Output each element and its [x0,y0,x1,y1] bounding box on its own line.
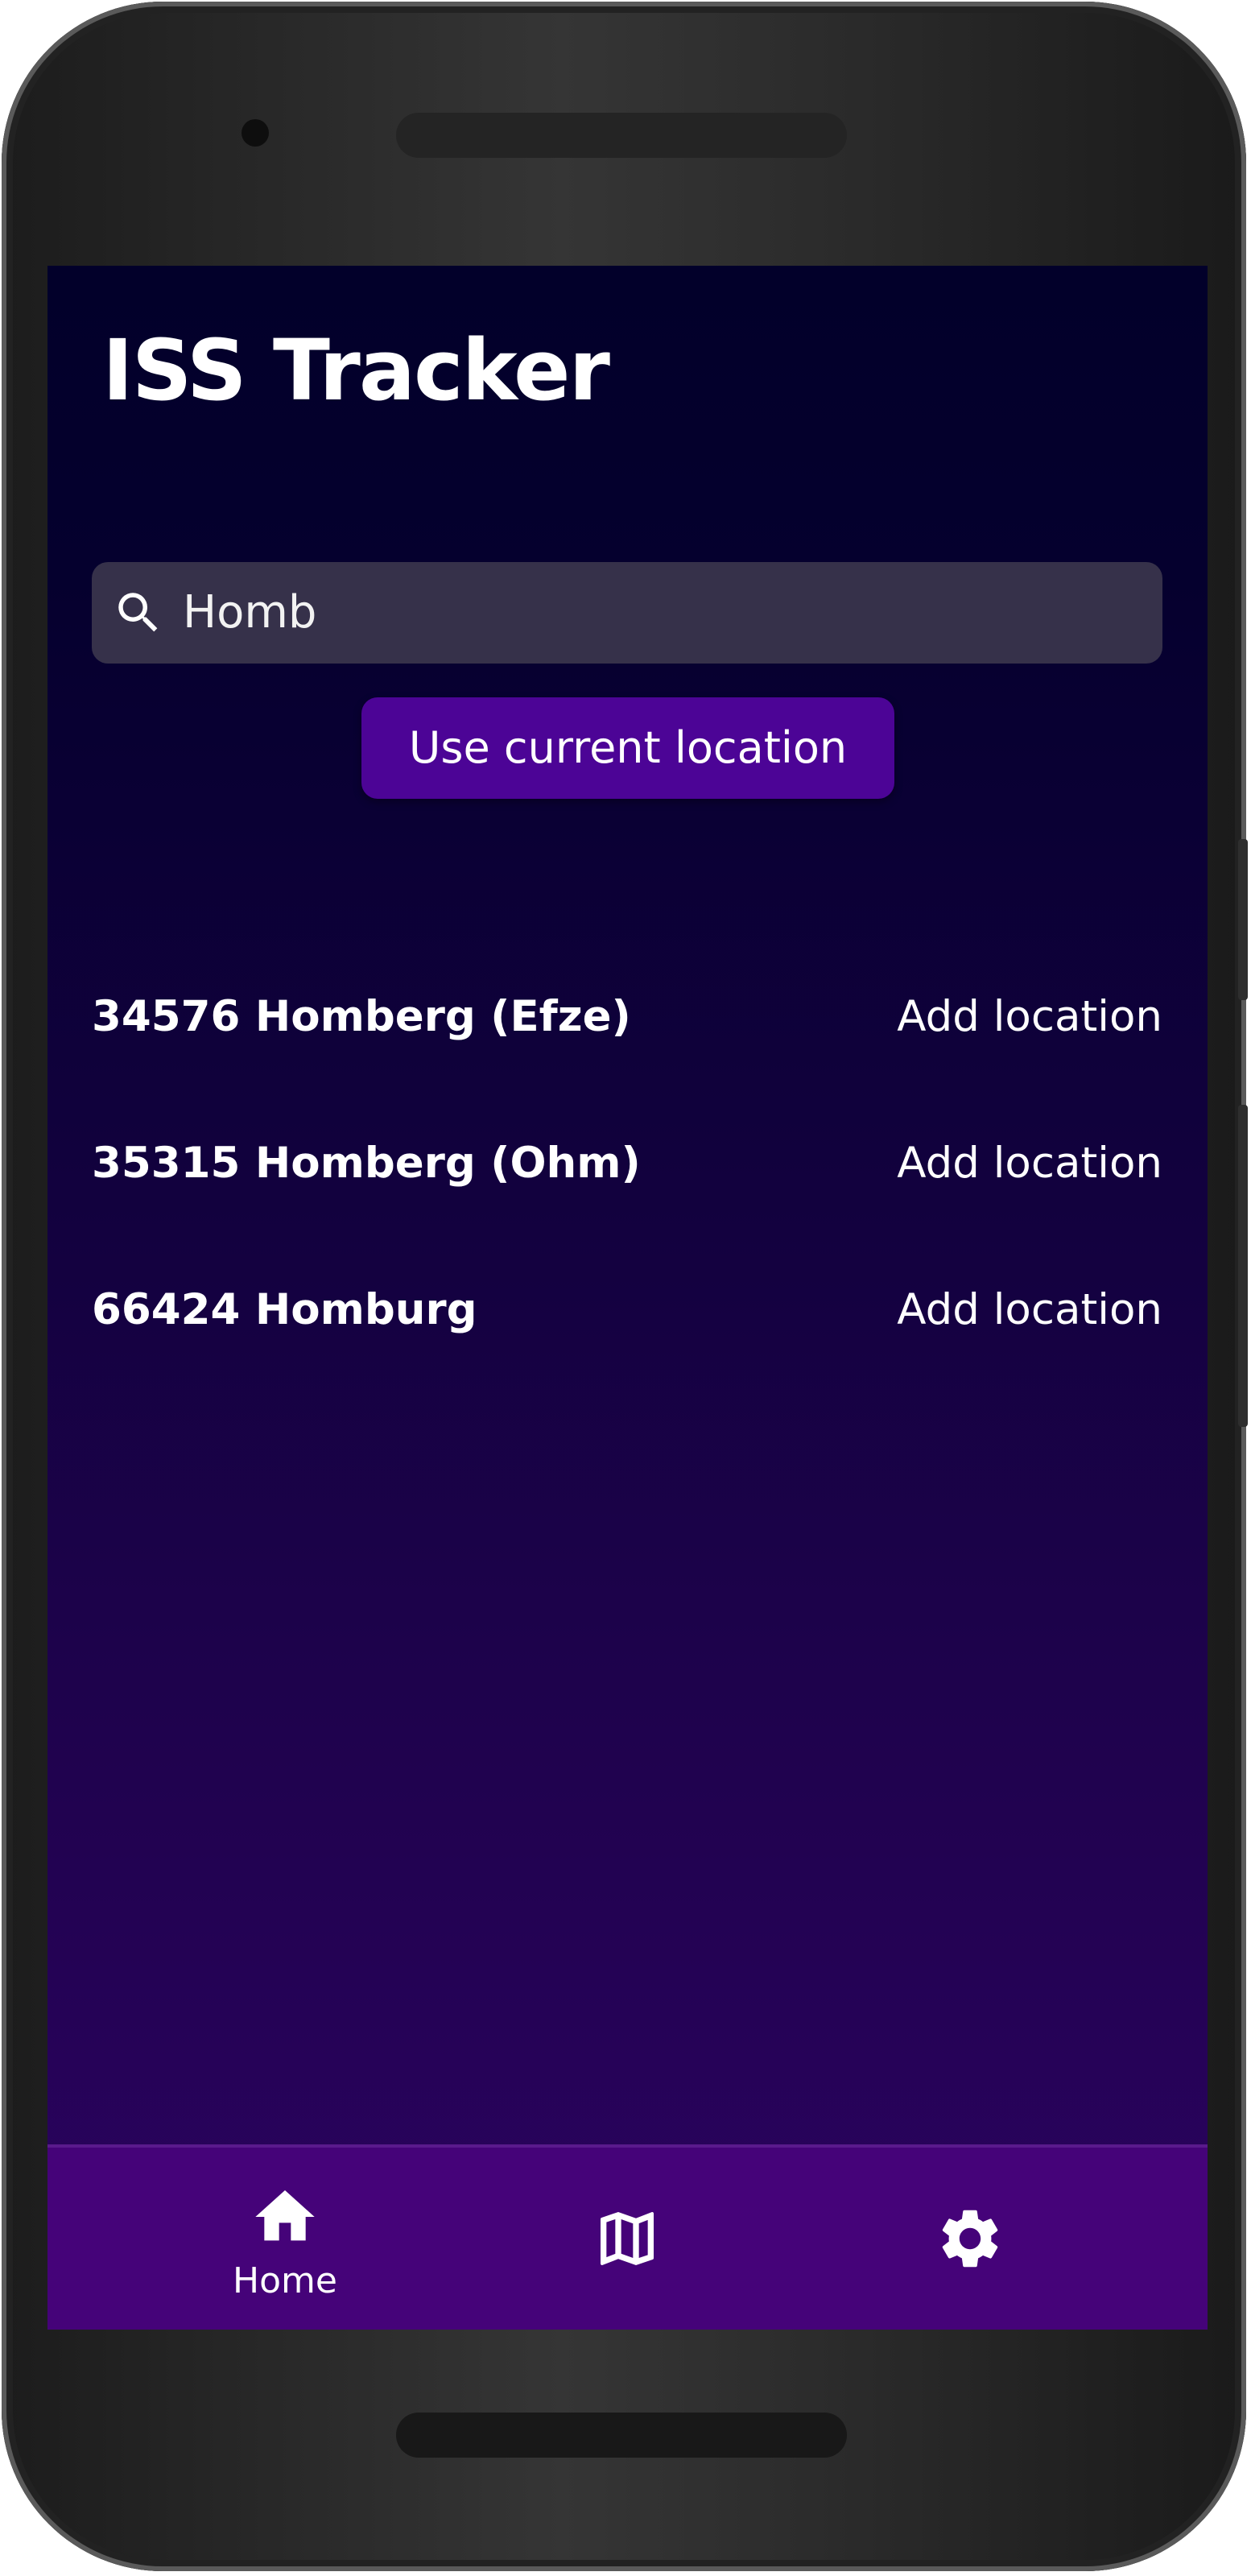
volume-button [1238,1105,1248,1427]
use-current-location-button[interactable]: Use current location [361,697,894,799]
bottom-navigation: Home [47,2144,1208,2330]
add-location-button[interactable]: Add location [897,1123,1162,1204]
power-button [1238,839,1248,1000]
gear-icon [942,2210,998,2268]
list-item: 34576 Homberg (Efze) Add location [92,977,1162,1057]
map-icon [601,2212,654,2265]
location-name: 34576 Homberg (Efze) [92,992,631,1041]
top-speaker [396,113,847,158]
nav-settings[interactable] [849,2148,1091,2330]
app-screen: ISS Tracker Homb Use current location 34… [47,266,1208,2330]
nav-home[interactable]: Home [164,2148,406,2330]
page-title: ISS Tracker [102,321,610,420]
add-location-button[interactable]: Add location [897,1270,1162,1350]
add-location-button[interactable]: Add location [897,977,1162,1057]
location-name: 35315 Homberg (Ohm) [92,1139,641,1188]
nav-map[interactable] [506,2148,748,2330]
bottom-speaker [396,2413,847,2458]
nav-home-label: Home [233,2260,337,2301]
front-camera [242,119,269,147]
location-name: 66424 Homburg [92,1285,477,1334]
search-value[interactable]: Homb [183,562,316,664]
phone-frame: ISS Tracker Homb Use current location 34… [2,2,1248,2571]
list-item: 66424 Homburg Add location [92,1270,1162,1350]
search-icon [118,593,158,632]
search-input[interactable]: Homb [92,562,1162,664]
home-icon [255,2190,315,2241]
list-item: 35315 Homberg (Ohm) Add location [92,1123,1162,1204]
